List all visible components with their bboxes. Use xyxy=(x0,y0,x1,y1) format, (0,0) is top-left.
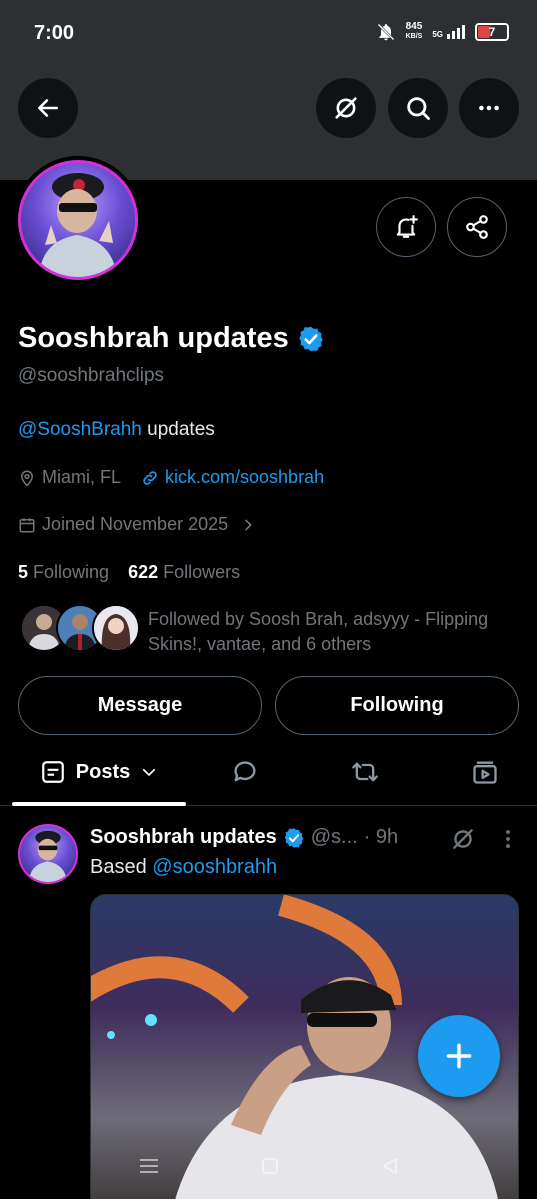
status-time: 7:00 xyxy=(34,22,75,44)
menu-nav-icon[interactable] xyxy=(138,1157,160,1175)
post-author-handle: @s... xyxy=(310,826,358,848)
link-icon xyxy=(143,470,157,485)
following-link[interactable]: 5 Following xyxy=(18,562,109,582)
back-button[interactable] xyxy=(18,78,78,138)
replies-icon xyxy=(234,761,256,782)
profile-bio: @SooshBrahh updates xyxy=(18,419,215,441)
profile-avatar[interactable] xyxy=(14,156,142,284)
post-mention-link[interactable]: @sooshbrahh xyxy=(152,856,277,878)
avatar-image xyxy=(28,830,68,882)
follow-counts: 5 Following 622 Followers xyxy=(18,562,240,583)
media-icon xyxy=(473,761,497,784)
tab-reposts[interactable] xyxy=(310,740,420,804)
system-nav-bar xyxy=(0,1150,537,1182)
profile-handle: @sooshbrahclips xyxy=(18,365,165,386)
post-header: Sooshbrah updates @s... · 9h xyxy=(90,826,398,849)
status-icons: 845 KB/S 5G 7 xyxy=(376,22,509,42)
post-text: Based @sooshbrahh xyxy=(90,856,278,878)
avatar-image xyxy=(39,173,117,277)
share-button[interactable] xyxy=(447,197,507,257)
followers-link[interactable]: 622 Followers xyxy=(128,562,240,582)
profile-joined-row[interactable]: Joined November 2025 xyxy=(18,514,256,535)
profile-joined: Joined November 2025 xyxy=(42,514,229,534)
calendar-icon xyxy=(19,517,35,532)
compose-button[interactable] xyxy=(418,1015,500,1097)
profile-website-link[interactable]: kick.com/sooshbrah xyxy=(165,467,324,488)
reposts-icon xyxy=(352,762,378,782)
grok-button[interactable] xyxy=(316,78,376,138)
verified-badge-icon xyxy=(284,827,304,848)
post-more-button[interactable] xyxy=(496,826,520,857)
more-icon xyxy=(479,105,499,111)
more-button[interactable] xyxy=(459,78,519,138)
profile-meta-row: Miami, FL kick.com/sooshbrah xyxy=(18,467,324,488)
more-vertical-icon xyxy=(506,830,510,848)
post-grok-button[interactable] xyxy=(450,826,476,857)
bio-text: updates xyxy=(141,419,215,440)
search-button[interactable] xyxy=(388,78,448,138)
tab-media[interactable] xyxy=(430,740,537,804)
notifications-button[interactable] xyxy=(376,197,436,257)
post-item[interactable]: Sooshbrah updates @s... · 9h Based @soos… xyxy=(0,806,537,1199)
grok-icon xyxy=(453,829,473,849)
post-author-name[interactable]: Sooshbrah updates xyxy=(90,826,277,849)
post-avatar[interactable] xyxy=(18,824,78,884)
search-icon xyxy=(407,97,430,120)
chevron-right-icon xyxy=(245,519,252,530)
plus-icon xyxy=(446,1043,472,1069)
follower-avatar xyxy=(92,604,140,652)
arrow-left-icon xyxy=(38,99,58,117)
share-icon xyxy=(466,215,488,239)
tab-posts-label: Posts xyxy=(75,760,131,783)
profile-tabs: Posts xyxy=(0,740,537,806)
location-pin-icon xyxy=(20,470,34,487)
profile-location: Miami, FL xyxy=(42,467,122,487)
profile-display-name: Sooshbrah updates xyxy=(18,322,325,355)
followed-by-text[interactable]: Followed by Soosh Brah, adsyyy - Flippin… xyxy=(148,607,518,657)
following-button[interactable]: Following xyxy=(275,676,519,735)
chevron-down-icon xyxy=(143,768,156,777)
bell-muted-icon xyxy=(377,23,394,41)
grok-icon xyxy=(335,97,357,119)
tab-replies[interactable] xyxy=(190,740,300,804)
home-nav-icon[interactable] xyxy=(260,1156,280,1176)
verified-badge-icon xyxy=(298,326,323,351)
status-bar: 7:00 845 KB/S 5G 7 xyxy=(0,0,537,70)
message-button[interactable]: Message xyxy=(18,676,262,735)
back-nav-icon[interactable] xyxy=(380,1156,400,1176)
posts-icon xyxy=(41,761,64,783)
followed-by-avatars[interactable] xyxy=(20,604,140,652)
signal-icon: 5G xyxy=(432,25,465,39)
bell-plus-icon xyxy=(396,215,418,238)
network-speed: 845 KB/S xyxy=(405,21,423,41)
battery-icon: 7 xyxy=(475,23,509,41)
post-time: · 9h xyxy=(363,826,399,848)
bio-mention-link[interactable]: @SooshBrahh xyxy=(18,419,142,440)
tab-posts[interactable]: Posts xyxy=(12,740,186,804)
